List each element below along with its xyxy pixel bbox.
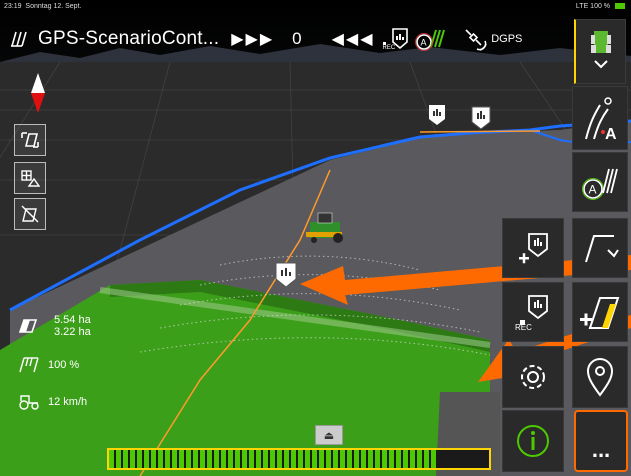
track-line-a-icon: A [585,97,617,141]
track-counter: 0 [292,29,302,48]
field-hidden-icon [21,205,39,223]
hide-field-button[interactable] [14,198,46,230]
more-options-label: ... [591,437,611,462]
map-orientation-button[interactable] [14,162,46,194]
tractor-implement-button[interactable] [574,19,626,84]
settings-gear-icon [521,365,545,389]
working-width-value: 100 % [48,359,80,371]
record-marker-button[interactable]: REC [502,282,564,342]
worked-area-stat: 5.54 ha 3.22 ha [18,314,91,338]
field-icon[interactable] [10,30,28,48]
scenario-title[interactable]: GPS-ScenarioCont... [38,28,219,50]
location-pin-icon [586,358,614,397]
map-marker-icon[interactable] [428,104,446,131]
auto-steer-icon[interactable]: A [415,27,446,51]
backward-arrows-icon[interactable]: ◀◀◀ [332,29,375,49]
top-bar: GPS-ScenarioCont... ▶▶▶ 0 ◀◀◀ REC A DGPS [10,22,522,56]
area-icon [18,319,38,333]
headland-button[interactable] [572,218,628,278]
gps-satellite-icon[interactable] [463,27,487,51]
working-width-icon [19,357,39,373]
add-field-icon [580,297,620,329]
gps-mode-label: DGPS [491,33,523,45]
battery-icon [615,3,625,10]
guidance-screen: 23:19 Sonntag 12. Sept. LTE 100 % GPS-Sc… [0,0,631,476]
speed-value: 12 km/h [48,396,88,408]
status-signal-label: LTE 100 % [575,3,611,10]
tractor-icon [590,30,611,68]
section-status-fill [109,450,436,468]
view-mode-3d-button[interactable] [14,124,46,156]
speed-stat: 12 km/h [18,394,87,410]
status-bar: 23:19 Sonntag 12. Sept. LTE 100 % [0,0,631,14]
info-icon [517,425,549,457]
headland-icon [585,235,619,263]
compass-icon [31,73,45,113]
field-view-icon [21,132,39,148]
status-date: Sonntag 12. Sept. [25,3,82,10]
add-marker-icon [519,233,548,264]
svg-text:A: A [421,38,427,48]
area-total: 5.54 ha [54,314,91,326]
section-status-bar [107,448,491,470]
rec-label: REC [382,45,396,51]
status-time-date: 23:19 Sonntag 12. Sept. [4,3,81,10]
auto-steer-icon: A [582,168,618,200]
more-options-button[interactable]: ... [574,410,628,472]
svg-text:A: A [589,183,597,197]
add-marker-button[interactable] [502,218,564,278]
add-field-button[interactable] [572,282,628,342]
record-label: REC [515,323,532,332]
working-width-stat: 100 % [18,356,79,374]
map-location-button[interactable] [572,346,628,408]
settings-button[interactable] [502,346,564,408]
status-signal: LTE 100 % [576,3,625,10]
area-worked: 3.22 ha [54,326,91,338]
tractor-speed-icon [19,395,39,410]
track-mode-a-button[interactable]: A [572,86,628,150]
status-time: 23:19 [4,3,22,10]
auto-steer-button[interactable]: A [572,152,628,212]
info-button[interactable] [502,410,564,472]
svg-text:A: A [605,126,617,141]
forward-arrows-icon[interactable]: ▶▶▶ [231,29,274,49]
map-icon [21,170,40,187]
implement-lift-button[interactable]: ⏏ [315,425,343,445]
lift-icon: ⏏ [323,429,335,442]
map-marker-icon[interactable] [275,262,297,293]
map-marker-icon[interactable] [471,106,491,135]
